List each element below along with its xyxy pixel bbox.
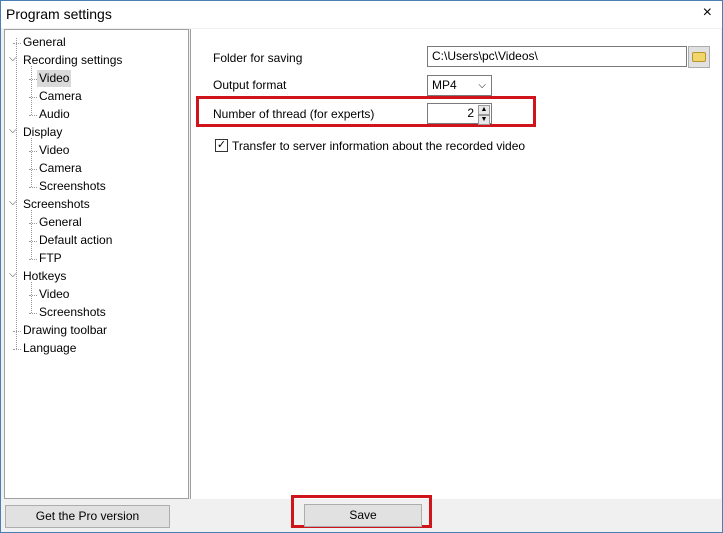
get-pro-button[interactable]: Get the Pro version [5,505,170,528]
tree-connector [29,259,37,260]
window-title: Program settings [6,6,112,22]
tree-connector [13,43,21,44]
browse-folder-button[interactable] [688,46,710,68]
tree-line [31,138,32,187]
threads-value: 2 [467,106,474,120]
tree-line [31,66,32,115]
folder-label: Folder for saving [213,51,303,65]
settings-panel: Folder for saving C:\Users\pc\Videos\ Ou… [190,29,721,499]
tree-item[interactable]: Camera [37,160,84,177]
tree-item[interactable]: General [21,34,68,51]
transfer-checkbox[interactable]: ✓ [215,139,228,152]
tree-item[interactable]: Recording settings [21,52,124,69]
threads-label: Number of thread (for experts) [213,107,375,121]
tree-item[interactable]: Screenshots [37,178,108,195]
close-icon[interactable]: × [703,4,712,22]
tree-item[interactable]: Video [37,70,72,87]
transfer-label: Transfer to server information about the… [232,139,526,153]
tree-item[interactable]: Drawing toolbar [21,322,109,339]
tree-connector [29,115,37,116]
tree-connector [13,349,21,350]
tree-line [31,210,32,259]
chevron-down-icon: ⌵ [478,80,486,91]
save-button[interactable]: Save [304,504,422,527]
tree-item[interactable]: Audio [37,106,72,123]
settings-tree[interactable]: General Recording settings ⌵ Video Camera Aud… [4,29,189,499]
format-label: Output format [213,78,287,92]
format-select[interactable]: MP4 ⌵ [427,75,492,96]
tree-item[interactable]: FTP [37,250,64,267]
format-value: MP4 [432,78,457,92]
tree-item[interactable]: Display [21,124,64,141]
spin-up-icon[interactable]: ▲ [478,105,490,115]
tree-item[interactable]: Hotkeys [21,268,68,285]
tree-connector [29,313,37,314]
tree-connector [13,331,21,332]
tree-line [16,38,17,349]
tree-item[interactable]: Camera [37,88,84,105]
tree-item[interactable]: Language [21,340,78,357]
tree-item[interactable]: Video [37,142,71,159]
tree-connector [29,187,37,188]
threads-stepper[interactable]: 2 ▲ ▼ [427,103,492,125]
folder-icon [692,52,706,62]
title-bar: Program settings × [1,1,722,28]
tree-item[interactable]: Video [37,286,71,303]
tree-item[interactable]: Screenshots [37,304,108,321]
tree-item[interactable]: Default action [37,232,114,249]
folder-input[interactable]: C:\Users\pc\Videos\ [427,46,687,67]
spin-down-icon[interactable]: ▼ [478,115,490,125]
tree-item[interactable]: General [37,214,84,231]
tree-line [31,282,32,313]
